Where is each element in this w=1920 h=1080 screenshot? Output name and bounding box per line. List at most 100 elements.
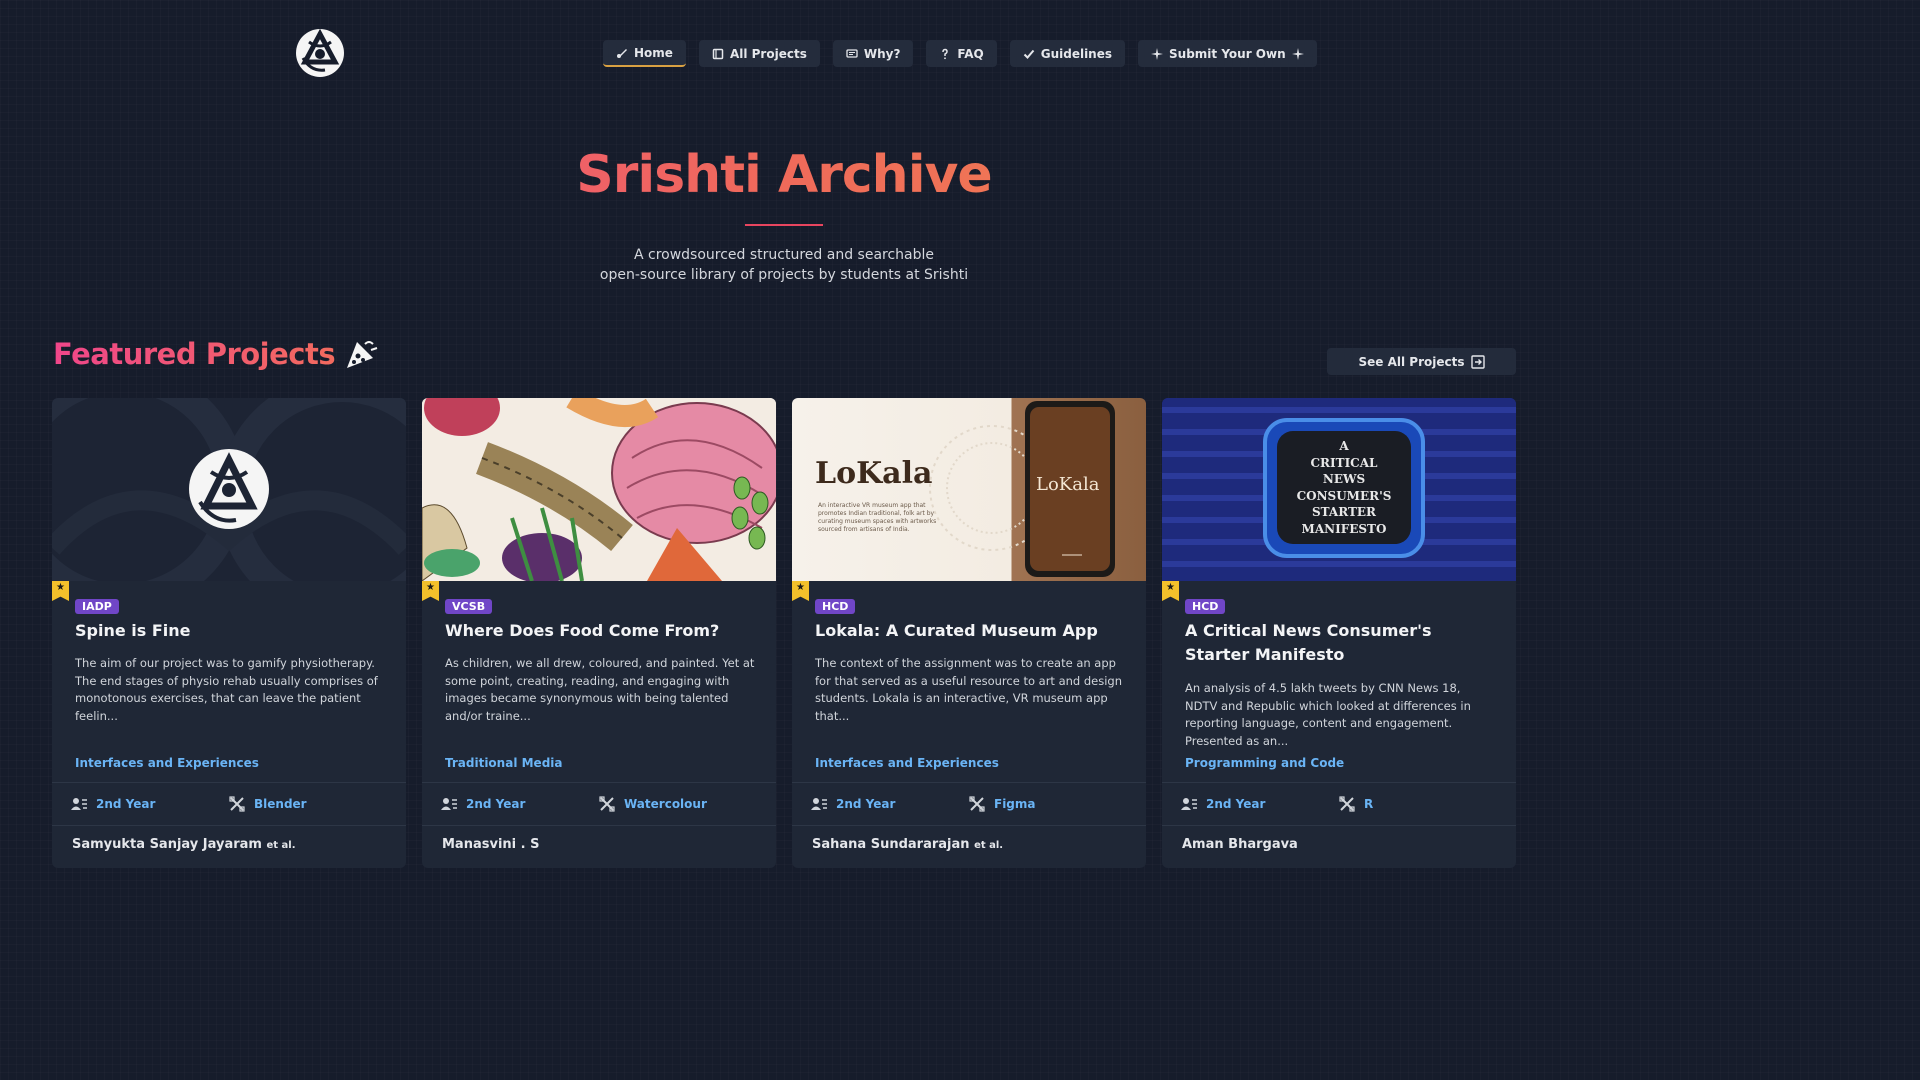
year-meta: 2nd Year: [71, 796, 155, 812]
author-name: Samyukta Sanjay Jayaram: [72, 837, 262, 852]
nav-submit[interactable]: Submit Your Own: [1138, 40, 1317, 67]
title-underline: [745, 224, 823, 226]
nav-submit-label: Submit Your Own: [1169, 46, 1286, 61]
project-meta: 2nd Year Watercolour: [422, 782, 776, 826]
hero-subtitle-line2: open-source library of projects by stude…: [599, 267, 969, 283]
see-all-label: See All Projects: [1358, 354, 1465, 369]
course-badge: HCD: [815, 599, 856, 614]
tool-label[interactable]: Figma: [994, 797, 1036, 811]
featured-projects-list: ★ IADP Spine is Fine The aim of our proj…: [52, 398, 1516, 868]
tools-icon: [1339, 796, 1355, 812]
year-meta: 2nd Year: [441, 796, 525, 812]
logo-pattern-image: [52, 398, 406, 581]
featured-star-ribbon: ★: [792, 581, 809, 601]
nav-home-label: Home: [634, 45, 673, 60]
hero-subtitle-line1: A crowdsourced structured and searchable: [633, 247, 935, 263]
project-description: An analysis of 4.5 lakh tweets by CNN Ne…: [1185, 681, 1471, 748]
tool-meta: R: [1339, 796, 1373, 812]
project-title[interactable]: Lokala: A Curated Museum App: [815, 619, 1130, 643]
lokala-phone-brand: LoKala: [1036, 474, 1100, 495]
project-card[interactable]: ★ IADP Spine is Fine The aim of our proj…: [52, 398, 406, 868]
project-thumbnail: [422, 398, 776, 581]
project-author: Manasvini . S: [442, 837, 539, 852]
project-category[interactable]: Traditional Media: [445, 756, 563, 770]
project-thumbnail: [52, 398, 406, 581]
project-card[interactable]: ★ VCSB Where Does Food Come From? As chi…: [422, 398, 776, 868]
project-category[interactable]: Programming and Code: [1185, 756, 1344, 770]
project-category[interactable]: Interfaces and Experiences: [75, 756, 259, 770]
author-etal: et al.: [266, 840, 296, 851]
student-year-icon: [441, 798, 457, 810]
chat-icon: [846, 48, 858, 58]
tool-label[interactable]: Watercolour: [624, 797, 707, 811]
tv-text-line: CONSUMER'S: [1296, 488, 1392, 503]
project-description: As children, we all drew, coloured, and …: [445, 656, 755, 723]
nav-guidelines-label: Guidelines: [1040, 46, 1113, 61]
student-year-icon: [71, 798, 87, 810]
tv-text-line: CRITICAL: [1310, 455, 1378, 470]
tv-text-line: STARTER: [1311, 505, 1377, 519]
year-meta: 2nd Year: [1181, 796, 1265, 812]
featured-star-ribbon: ★: [422, 581, 439, 601]
course-badge: HCD: [1185, 599, 1226, 614]
student-year-icon: [811, 798, 827, 810]
year-label[interactable]: 2nd Year: [96, 797, 155, 811]
see-all-projects-button[interactable]: See All Projects: [1327, 348, 1516, 375]
project-title[interactable]: Spine is Fine: [75, 619, 390, 643]
nav-home[interactable]: Home: [603, 40, 686, 67]
featured-heading: Featured Projects: [53, 336, 379, 372]
nav-all-projects[interactable]: All Projects: [698, 40, 820, 67]
book-icon: [712, 48, 724, 59]
tv-screen-text: A CRITICAL NEWS CONSUMER'S STARTER MANIF…: [1277, 438, 1411, 537]
project-title[interactable]: A Critical News Consumer's Starter Manif…: [1185, 619, 1500, 667]
nav-guidelines[interactable]: Guidelines: [1009, 40, 1126, 67]
question-icon: [942, 48, 949, 59]
featured-star-ribbon: ★: [1162, 581, 1179, 601]
project-description: The aim of our project was to gamify phy…: [75, 656, 378, 723]
project-category[interactable]: Interfaces and Experiences: [815, 756, 999, 770]
lokala-blurb: An interactive VR museum app that promot…: [818, 502, 937, 533]
project-author: Samyukta Sanjay Jayaram et al.: [72, 837, 296, 852]
nav-faq-label: FAQ: [957, 46, 984, 61]
page-title: Srishti Archive: [0, 145, 1568, 205]
check-icon: [1023, 49, 1034, 59]
project-author: Aman Bhargava: [1182, 837, 1298, 852]
tools-icon: [599, 796, 615, 812]
sparkle-icon: [1151, 47, 1164, 60]
tool-meta: Blender: [229, 796, 307, 812]
author-name: Aman Bhargava: [1182, 837, 1298, 852]
project-author: Sahana Sundararajan et al.: [812, 837, 1003, 852]
tool-meta: Figma: [969, 796, 1036, 812]
project-title[interactable]: Where Does Food Come From?: [445, 619, 760, 643]
tool-label[interactable]: Blender: [254, 797, 307, 811]
author-name: Sahana Sundararajan: [812, 837, 970, 852]
featured-star-ribbon: ★: [52, 581, 69, 601]
project-meta: 2nd Year Figma: [792, 782, 1146, 826]
course-badge: IADP: [75, 599, 119, 614]
project-description: The context of the assignment was to cre…: [815, 656, 1123, 723]
project-card[interactable]: A CRITICAL NEWS CONSUMER'S STARTER MANIF…: [1162, 398, 1516, 868]
hero-subtitle: A crowdsourced structured and searchable…: [0, 245, 1568, 285]
tv-text-line: MANIFESTO: [1301, 521, 1387, 536]
srishti-logo[interactable]: [295, 28, 345, 78]
year-label[interactable]: 2nd Year: [466, 797, 525, 811]
nav-why[interactable]: Why?: [832, 40, 914, 67]
tool-meta: Watercolour: [599, 796, 707, 812]
nav-faq[interactable]: FAQ: [926, 40, 997, 67]
year-label[interactable]: 2nd Year: [1206, 797, 1265, 811]
nav-why-label: Why?: [863, 46, 901, 61]
author-etal: et al.: [974, 840, 1004, 851]
tools-icon: [969, 796, 985, 812]
tool-label[interactable]: R: [1364, 797, 1373, 811]
project-thumbnail: LoKala An interactive VR museum app that…: [792, 398, 1146, 581]
brush-icon: [617, 48, 627, 58]
nav-all-projects-label: All Projects: [729, 46, 807, 61]
tv-text-line: A: [1339, 439, 1349, 453]
year-meta: 2nd Year: [811, 796, 895, 812]
watercolour-vegetables-image: [422, 398, 776, 581]
course-badge: VCSB: [445, 599, 493, 614]
project-card[interactable]: LoKala An interactive VR museum app that…: [792, 398, 1146, 868]
year-label[interactable]: 2nd Year: [836, 797, 895, 811]
student-year-icon: [1181, 798, 1197, 810]
arrow-right-box-icon: [1470, 354, 1485, 369]
